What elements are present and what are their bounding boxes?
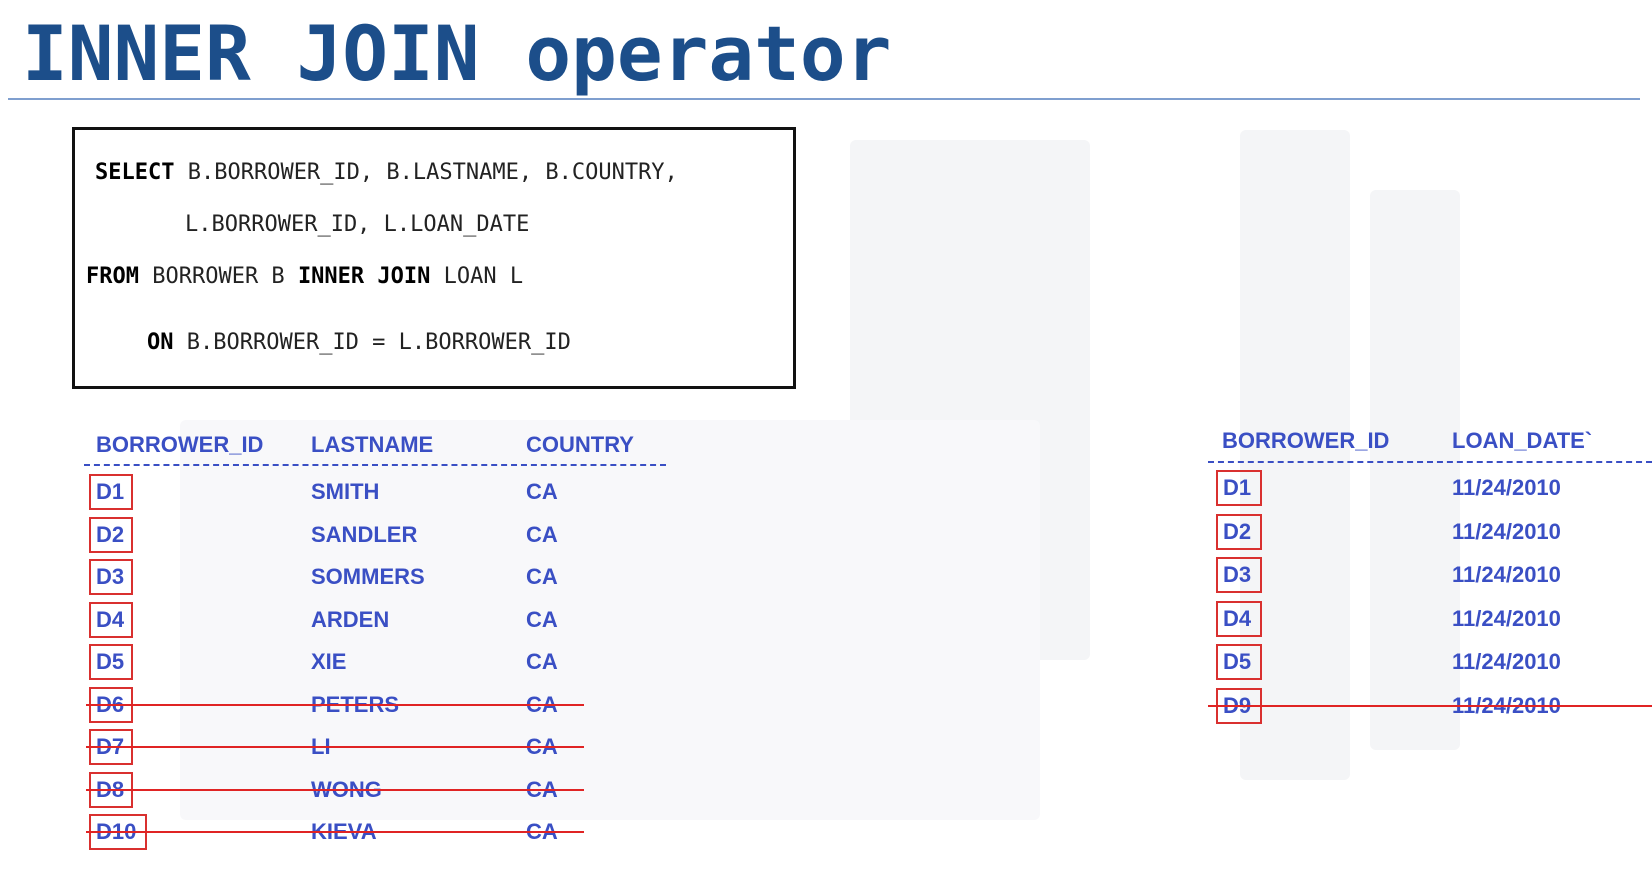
sql-line-select: SELECT B.BORROWER_ID, B.LASTNAME, B.COUN… [95,160,678,185]
sql-join-table: LOAN L [430,264,524,289]
borrower-id-box: D3 [89,559,133,595]
borrower-lastname: ARDEN [311,607,390,632]
borrower-lastname: SOMMERS [311,564,425,589]
borrower-lastname: SMITH [311,479,380,504]
background-decoration [180,420,1040,820]
strikethrough-line [1208,705,1652,707]
sql-keyword-from: FROM [86,264,139,289]
sql-keyword-on: ON [147,330,174,355]
sql-keyword-select: SELECT [95,160,175,185]
background-decoration [1240,130,1350,780]
borrower-id-box: D5 [89,644,133,680]
sql-join-condition: B.BORROWER_ID = L.BORROWER_ID [173,330,571,355]
loan-borrower-id-box: D5 [1216,644,1262,680]
borrower-country: CA [526,522,558,547]
loan-borrower-id-box: D2 [1216,514,1262,550]
loan-borrower-id-box: D3 [1216,557,1262,593]
borrower-country: CA [526,564,558,589]
borrower-header-country: COUNTRY [526,432,634,457]
sql-query-box: SELECT B.BORROWER_ID, B.LASTNAME, B.COUN… [72,127,796,389]
borrower-country: CA [526,649,558,674]
sql-line-on: ON B.BORROWER_ID = L.BORROWER_ID [147,330,571,355]
loan-date: 11/24/2010 [1452,649,1561,674]
sql-from-table: BORROWER B [138,264,298,289]
borrower-country: CA [526,479,558,504]
strikethrough-line [86,746,584,748]
sql-line-from: FROM BORROWER B INNER JOIN LOAN L [86,264,523,289]
loan-header-divider [1208,461,1652,463]
strikethrough-line [86,789,584,791]
loan-header-borrower-id: BORROWER_ID [1222,428,1390,453]
loan-header-loan-date: LOAN_DATE` [1452,428,1593,453]
sql-loan-columns: L.BORROWER_ID, L.LOAN_DATE [185,212,530,237]
page-title: INNER JOIN operator [22,9,892,98]
loan-date: 11/24/2010 [1452,475,1561,500]
borrower-lastname: SANDLER [311,522,418,547]
borrower-lastname: XIE [311,649,347,674]
borrower-header-borrower-id: BORROWER_ID [96,432,264,457]
borrower-id-box: D4 [89,602,133,638]
loan-date: 11/24/2010 [1452,606,1561,631]
background-decoration [1370,190,1460,750]
borrower-header-divider [84,464,666,466]
borrower-header-lastname: LASTNAME [311,432,434,457]
sql-select-columns: B.BORROWER_ID, B.LASTNAME, B.COUNTRY, [174,160,678,185]
sql-keyword-inner-join: INNER JOIN [297,264,431,289]
loan-borrower-id-box: D1 [1216,470,1262,506]
borrower-country: CA [526,607,558,632]
strikethrough-line [86,831,584,833]
loan-borrower-id-box: D4 [1216,601,1262,637]
borrower-id-box: D2 [89,517,133,553]
strikethrough-line [86,704,584,706]
sql-line-columns: L.BORROWER_ID, L.LOAN_DATE [185,212,529,237]
title-divider [8,98,1640,100]
borrower-id-box: D1 [89,474,133,510]
loan-date: 11/24/2010 [1452,562,1561,587]
loan-date: 11/24/2010 [1452,519,1561,544]
